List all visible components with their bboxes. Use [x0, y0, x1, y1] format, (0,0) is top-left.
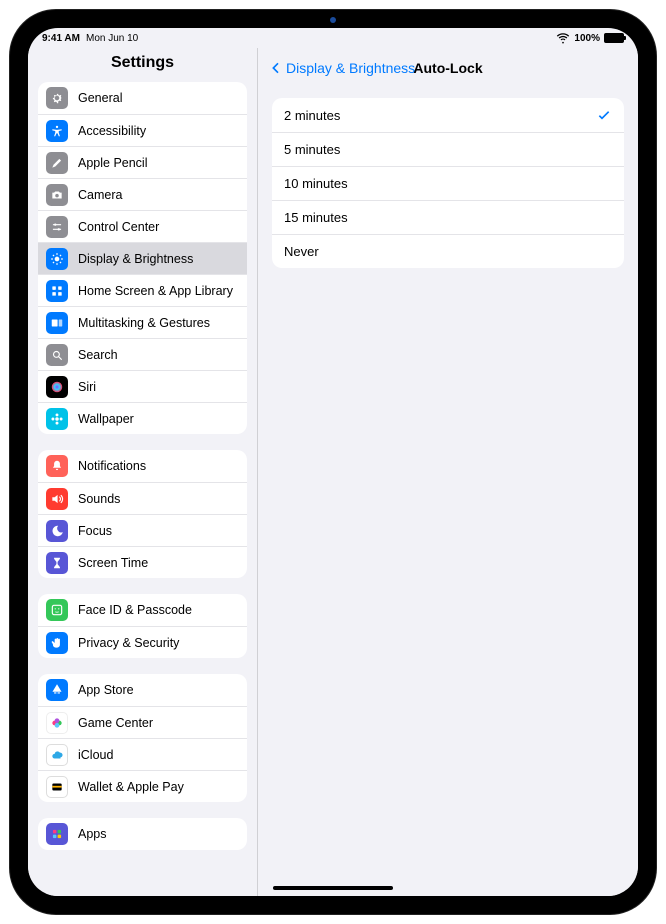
sidebar-item-label: General — [78, 91, 239, 105]
option-label: Never — [284, 244, 319, 259]
sidebar-item-notifications[interactable]: Notifications — [38, 450, 247, 482]
back-button[interactable]: Display & Brightness — [268, 60, 415, 76]
option-label: 2 minutes — [284, 108, 340, 123]
option-label: 10 minutes — [284, 176, 348, 191]
sidebar-item-game-center[interactable]: Game Center — [38, 706, 247, 738]
sidebar-item-apple-pencil[interactable]: Apple Pencil — [38, 146, 247, 178]
auto-lock-option[interactable]: 5 minutes — [272, 132, 624, 166]
option-label: 5 minutes — [284, 142, 340, 157]
sidebar-item-app-store[interactable]: App Store — [38, 674, 247, 706]
hourglass-icon — [46, 552, 68, 574]
sidebar-item-label: Wallet & Apple Pay — [78, 780, 239, 794]
sidebar-item-label: Home Screen & App Library — [78, 284, 239, 298]
sidebar-item-label: Display & Brightness — [78, 252, 239, 266]
page-title: Auto-Lock — [413, 60, 482, 76]
auto-lock-option[interactable]: 15 minutes — [272, 200, 624, 234]
sidebar-item-wallet[interactable]: Wallet & Apple Pay — [38, 770, 247, 802]
sidebar-item-label: Multitasking & Gestures — [78, 316, 239, 330]
chevron-left-icon — [268, 60, 284, 76]
wallet-icon — [46, 776, 68, 798]
auto-lock-option[interactable]: 2 minutes — [272, 98, 624, 132]
grid-icon — [46, 280, 68, 302]
sidebar-item-apps[interactable]: Apps — [38, 818, 247, 850]
check-icon — [596, 107, 612, 123]
sidebar-item-display-brightness[interactable]: Display & Brightness — [38, 242, 247, 274]
rects-icon — [46, 312, 68, 334]
sliders-icon — [46, 216, 68, 238]
siri-icon — [46, 376, 68, 398]
sidebar-item-control-center[interactable]: Control Center — [38, 210, 247, 242]
accessibility-icon — [46, 120, 68, 142]
pencil-icon — [46, 152, 68, 174]
option-label: 15 minutes — [284, 210, 348, 225]
wifi-icon — [556, 31, 570, 45]
battery-icon — [604, 33, 624, 43]
sidebar-item-privacy[interactable]: Privacy & Security — [38, 626, 247, 658]
settings-sidebar: Settings General Accessibility Apple Penci… — [28, 48, 258, 896]
camera-icon — [46, 184, 68, 206]
sidebar-item-siri[interactable]: Siri — [38, 370, 247, 402]
sidebar-item-label: Search — [78, 348, 239, 362]
sidebar-item-accessibility[interactable]: Accessibility — [38, 114, 247, 146]
sidebar-item-face-id[interactable]: Face ID & Passcode — [38, 594, 247, 626]
cloud-icon — [46, 744, 68, 766]
battery-percent: 100% — [574, 33, 600, 44]
sidebar-item-label: Camera — [78, 188, 239, 202]
detail-pane: Display & Brightness Auto-Lock 2 minutes… — [258, 48, 638, 896]
status-time: 9:41 AM — [42, 33, 80, 44]
search-icon — [46, 344, 68, 366]
sidebar-item-wallpaper[interactable]: Wallpaper — [38, 402, 247, 434]
sidebar-item-label: Wallpaper — [78, 412, 239, 426]
hand-icon — [46, 632, 68, 654]
sun-icon — [46, 248, 68, 270]
sidebar-item-sounds[interactable]: Sounds — [38, 482, 247, 514]
sidebar-item-label: Face ID & Passcode — [78, 603, 239, 617]
apps-icon — [46, 823, 68, 845]
sidebar-item-label: Control Center — [78, 220, 239, 234]
sidebar-item-focus[interactable]: Focus — [38, 514, 247, 546]
appstore-icon — [46, 679, 68, 701]
sidebar-item-general[interactable]: General — [38, 82, 247, 114]
sidebar-title: Settings — [28, 48, 257, 82]
front-camera — [330, 17, 336, 23]
sidebar-item-home-screen[interactable]: Home Screen & App Library — [38, 274, 247, 306]
sidebar-item-label: Sounds — [78, 492, 239, 506]
faceid-icon — [46, 599, 68, 621]
sidebar-item-label: Siri — [78, 380, 239, 394]
auto-lock-option[interactable]: 10 minutes — [272, 166, 624, 200]
sidebar-item-label: Apple Pencil — [78, 156, 239, 170]
home-indicator[interactable] — [273, 886, 393, 890]
auto-lock-options: 2 minutes 5 minutes 10 minutes 15 minutes Ne… — [272, 98, 624, 268]
flower-icon — [46, 408, 68, 430]
sidebar-item-search[interactable]: Search — [38, 338, 247, 370]
sidebar-item-label: Accessibility — [78, 124, 239, 138]
speaker-icon — [46, 488, 68, 510]
sidebar-item-label: Apps — [78, 827, 239, 841]
sidebar-item-label: App Store — [78, 683, 239, 697]
status-bar: 9:41 AM Mon Jun 10 100% — [28, 28, 638, 48]
sidebar-item-icloud[interactable]: iCloud — [38, 738, 247, 770]
bell-icon — [46, 455, 68, 477]
detail-header: Display & Brightness Auto-Lock — [258, 48, 638, 84]
back-label: Display & Brightness — [286, 60, 415, 76]
sidebar-item-screen-time[interactable]: Screen Time — [38, 546, 247, 578]
sidebar-item-label: Notifications — [78, 459, 239, 473]
auto-lock-option[interactable]: Never — [272, 234, 624, 268]
sidebar-item-label: Game Center — [78, 716, 239, 730]
gear-icon — [46, 87, 68, 109]
status-date: Mon Jun 10 — [86, 33, 138, 44]
sidebar-item-label: Privacy & Security — [78, 636, 239, 650]
sidebar-item-label: iCloud — [78, 748, 239, 762]
sidebar-item-label: Focus — [78, 524, 239, 538]
sidebar-item-multitasking[interactable]: Multitasking & Gestures — [38, 306, 247, 338]
moon-icon — [46, 520, 68, 542]
gamecenter-icon — [46, 712, 68, 734]
sidebar-item-camera[interactable]: Camera — [38, 178, 247, 210]
sidebar-item-label: Screen Time — [78, 556, 239, 570]
